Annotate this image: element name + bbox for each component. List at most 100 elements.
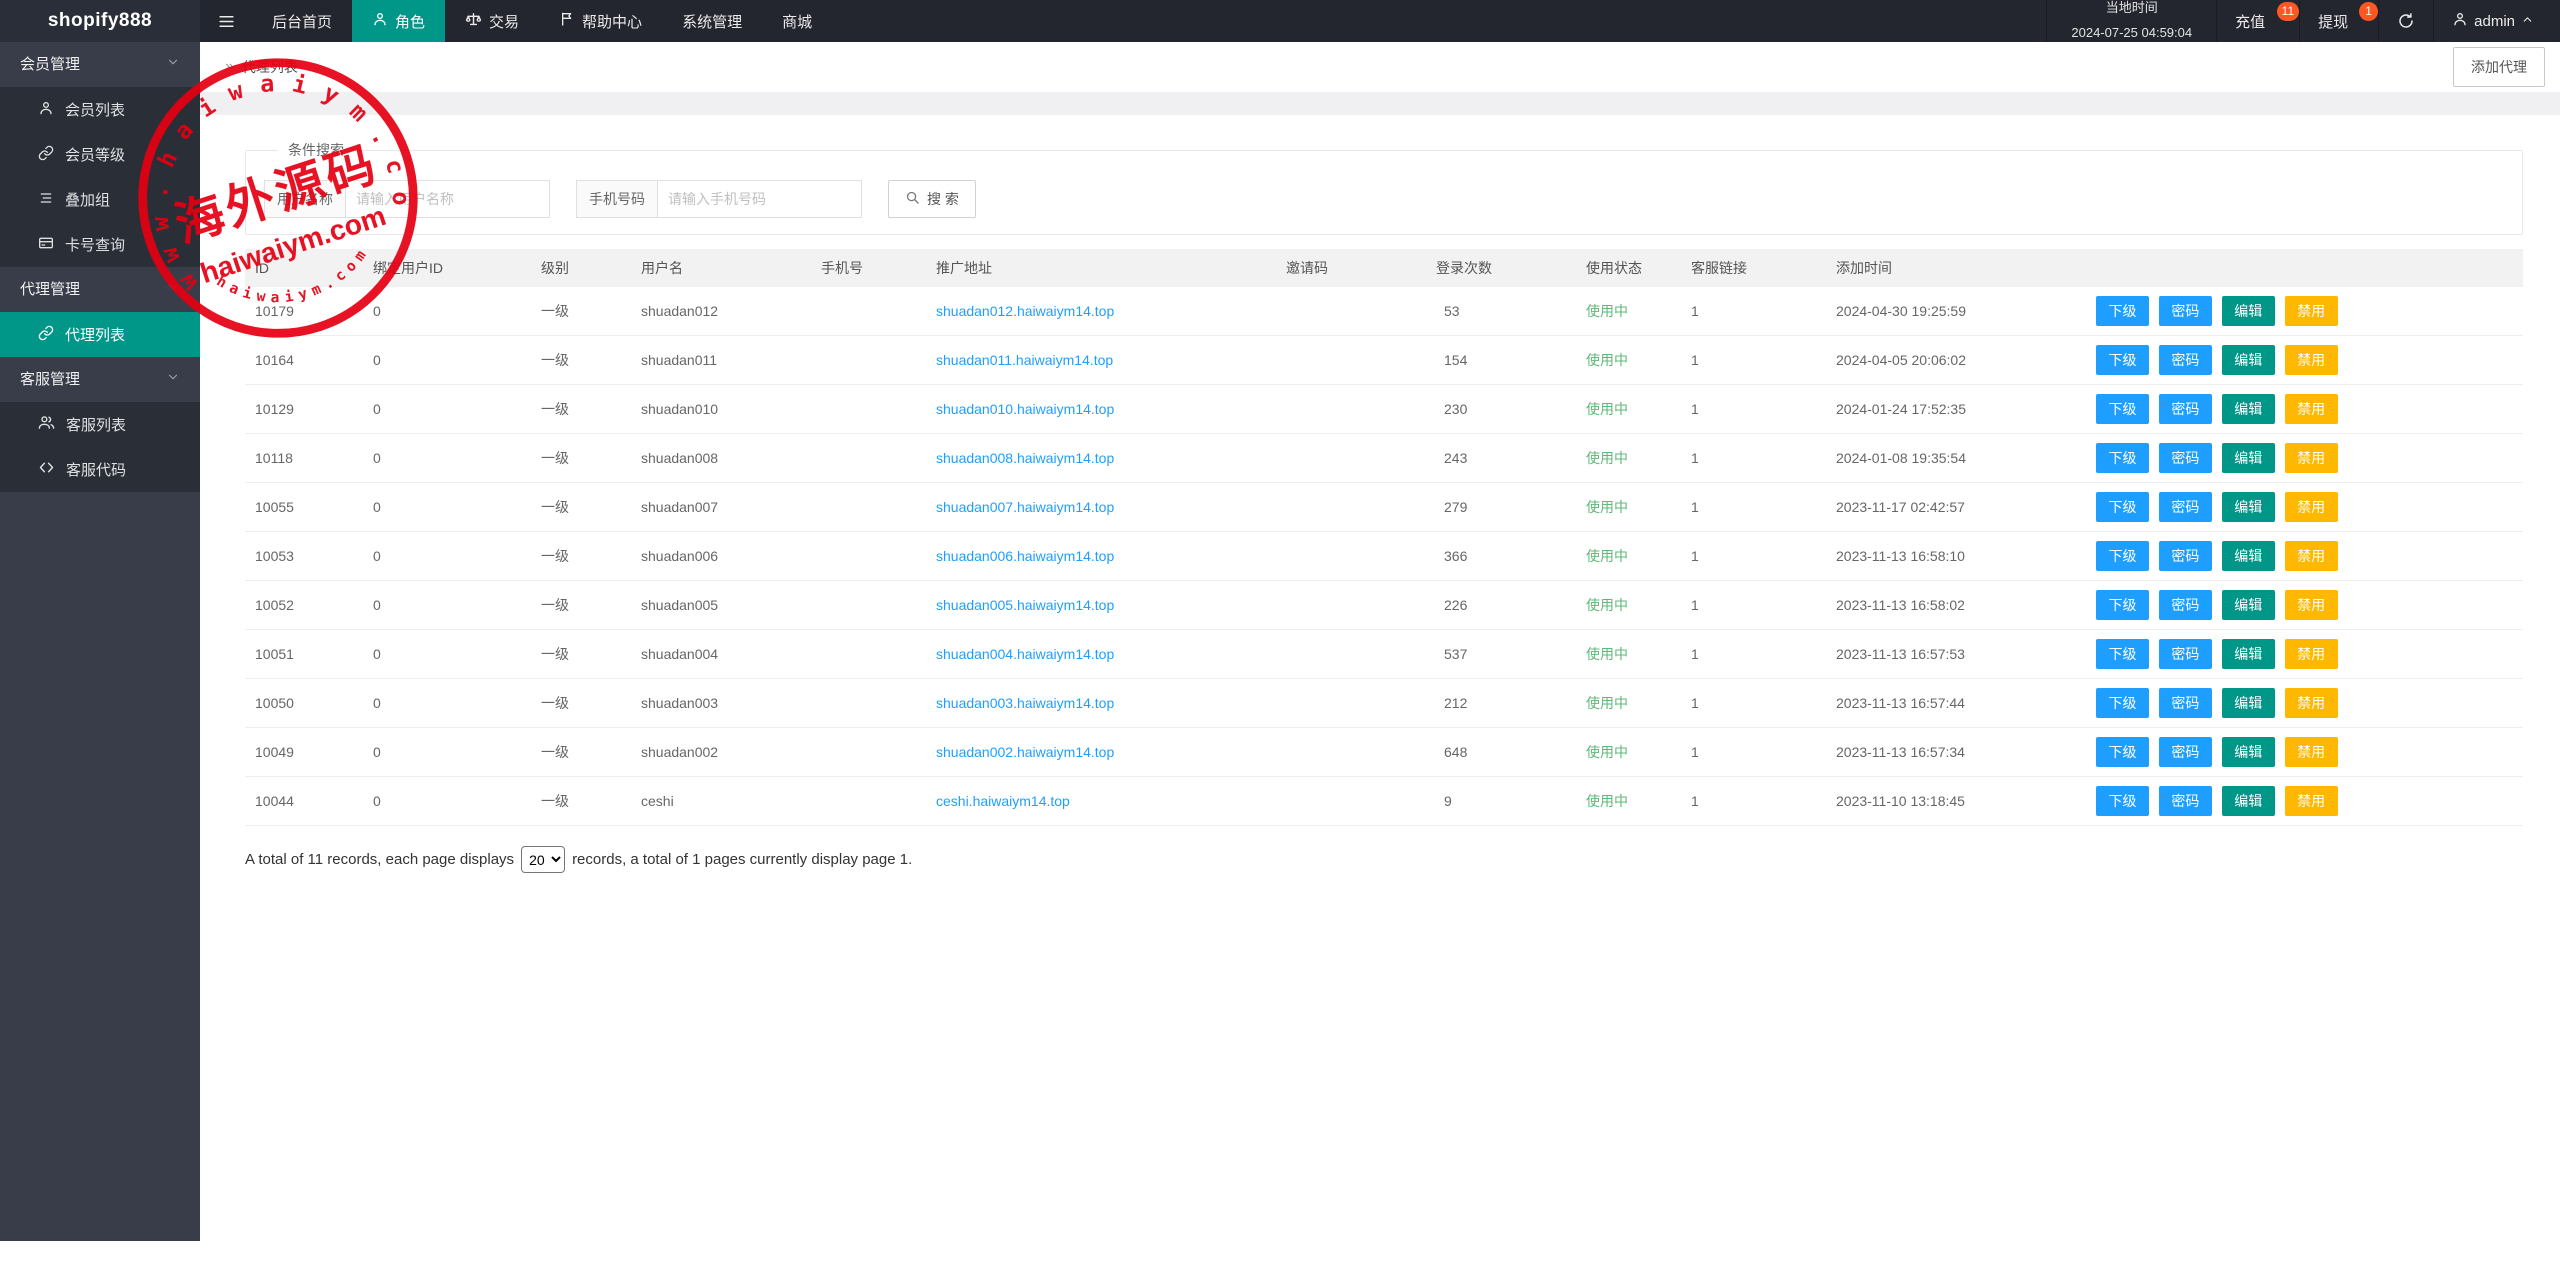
subordinate-button[interactable]: 下级: [2096, 345, 2149, 375]
edit-button[interactable]: 编辑: [2222, 688, 2275, 718]
app-logo[interactable]: shopify888: [0, 0, 200, 42]
promo-link[interactable]: shuadan011.haiwaiym14.top: [936, 352, 1113, 368]
cell-service-link: 1: [1681, 679, 1826, 728]
phone-input[interactable]: [657, 180, 862, 218]
subordinate-button[interactable]: 下级: [2096, 394, 2149, 424]
sidebar-item-service-code[interactable]: 客服代码: [0, 447, 200, 492]
cell-service-link: 1: [1681, 385, 1826, 434]
subordinate-button[interactable]: 下级: [2096, 296, 2149, 326]
cell-invite-code: [1276, 581, 1426, 630]
edit-button[interactable]: 编辑: [2222, 394, 2275, 424]
cell-actions: 下级 密码 编辑 禁用: [2096, 581, 2523, 630]
disable-button[interactable]: 禁用: [2285, 345, 2338, 375]
sidebar-item-stack-group[interactable]: 叠加组: [0, 177, 200, 222]
promo-link[interactable]: shuadan005.haiwaiym14.top: [936, 597, 1114, 613]
sidebar-group-member[interactable]: 会员管理: [0, 42, 200, 87]
nav-item-trade[interactable]: 交易: [445, 0, 539, 42]
edit-button[interactable]: 编辑: [2222, 492, 2275, 522]
password-button[interactable]: 密码: [2159, 443, 2212, 473]
recharge-button[interactable]: 充值 11: [2216, 0, 2299, 42]
password-button[interactable]: 密码: [2159, 590, 2212, 620]
password-button[interactable]: 密码: [2159, 345, 2212, 375]
sidebar-item-agent-list[interactable]: 代理列表: [0, 312, 200, 357]
subordinate-button[interactable]: 下级: [2096, 443, 2149, 473]
password-button[interactable]: 密码: [2159, 786, 2212, 816]
disable-button[interactable]: 禁用: [2285, 296, 2338, 326]
subordinate-button[interactable]: 下级: [2096, 737, 2149, 767]
sidebar-item-card-query[interactable]: 卡号查询: [0, 222, 200, 267]
promo-link[interactable]: shuadan002.haiwaiym14.top: [936, 744, 1114, 760]
promo-link[interactable]: shuadan003.haiwaiym14.top: [936, 695, 1114, 711]
promo-link[interactable]: shuadan006.haiwaiym14.top: [936, 548, 1114, 564]
subordinate-button[interactable]: 下级: [2096, 639, 2149, 669]
password-button[interactable]: 密码: [2159, 394, 2212, 424]
promo-link[interactable]: shuadan012.haiwaiym14.top: [936, 303, 1114, 319]
promo-link[interactable]: shuadan010.haiwaiym14.top: [936, 401, 1114, 417]
disable-button[interactable]: 禁用: [2285, 541, 2338, 571]
cell-invite-code: [1276, 483, 1426, 532]
disable-button[interactable]: 禁用: [2285, 394, 2338, 424]
sidebar-item-member-list[interactable]: 会员列表: [0, 87, 200, 132]
nav-item-home[interactable]: 后台首页: [252, 0, 352, 42]
disable-button[interactable]: 禁用: [2285, 737, 2338, 767]
edit-button[interactable]: 编辑: [2222, 345, 2275, 375]
add-agent-button[interactable]: 添加代理: [2453, 47, 2545, 87]
disable-button[interactable]: 禁用: [2285, 492, 2338, 522]
nav-item-mall[interactable]: 商城: [762, 0, 832, 42]
page-size-select[interactable]: 20: [521, 846, 565, 873]
cell-promo-url: shuadan010.haiwaiym14.top: [926, 385, 1276, 434]
password-button[interactable]: 密码: [2159, 688, 2212, 718]
password-button[interactable]: 密码: [2159, 737, 2212, 767]
refresh-icon[interactable]: [2378, 0, 2433, 42]
chevron-down-icon: [166, 267, 180, 312]
disable-button[interactable]: 禁用: [2285, 590, 2338, 620]
edit-button[interactable]: 编辑: [2222, 737, 2275, 767]
password-button[interactable]: 密码: [2159, 296, 2212, 326]
hamburger-icon[interactable]: [200, 0, 252, 42]
admin-menu[interactable]: admin: [2433, 0, 2560, 42]
promo-link[interactable]: shuadan004.haiwaiym14.top: [936, 646, 1114, 662]
username-label: 用户名称: [264, 180, 345, 218]
subordinate-button[interactable]: 下级: [2096, 786, 2149, 816]
cell-created-at: 2023-11-13 16:57:34: [1826, 728, 2096, 777]
edit-button[interactable]: 编辑: [2222, 443, 2275, 473]
cell-phone: [811, 581, 926, 630]
nav-item-system[interactable]: 系统管理: [662, 0, 762, 42]
table-row: 10118 0 一级 shuadan008 shuadan008.haiwaiy…: [245, 434, 2523, 483]
edit-button[interactable]: 编辑: [2222, 296, 2275, 326]
nav-item-role[interactable]: 角色: [352, 0, 445, 42]
nav-label: 角色: [395, 11, 425, 32]
withdraw-button[interactable]: 提现 1: [2299, 0, 2378, 42]
disable-button[interactable]: 禁用: [2285, 639, 2338, 669]
subordinate-button[interactable]: 下级: [2096, 541, 2149, 571]
promo-link[interactable]: shuadan008.haiwaiym14.top: [936, 450, 1114, 466]
cell-phone: [811, 434, 926, 483]
search-button[interactable]: 搜 索: [888, 180, 976, 218]
cell-created-at: 2023-11-13 16:57:44: [1826, 679, 2096, 728]
cell-actions: 下级 密码 编辑 禁用: [2096, 336, 2523, 385]
password-button[interactable]: 密码: [2159, 492, 2212, 522]
username-input[interactable]: [345, 180, 550, 218]
promo-link[interactable]: shuadan007.haiwaiym14.top: [936, 499, 1114, 515]
edit-button[interactable]: 编辑: [2222, 541, 2275, 571]
subordinate-button[interactable]: 下级: [2096, 688, 2149, 718]
sidebar-group-service[interactable]: 客服管理: [0, 357, 200, 402]
password-button[interactable]: 密码: [2159, 541, 2212, 571]
subordinate-button[interactable]: 下级: [2096, 492, 2149, 522]
sidebar-item-service-list[interactable]: 客服列表: [0, 402, 200, 447]
sidebar-group-agent[interactable]: 代理管理: [0, 267, 200, 312]
sidebar-item-label: 叠加组: [65, 189, 110, 210]
disable-button[interactable]: 禁用: [2285, 443, 2338, 473]
subordinate-button[interactable]: 下级: [2096, 590, 2149, 620]
promo-link[interactable]: ceshi.haiwaiym14.top: [936, 793, 1070, 809]
nav-item-help[interactable]: 帮助中心: [539, 0, 662, 42]
sidebar-item-member-level[interactable]: 会员等级: [0, 132, 200, 177]
disable-button[interactable]: 禁用: [2285, 786, 2338, 816]
table-row: 10050 0 一级 shuadan003 shuadan003.haiwaiy…: [245, 679, 2523, 728]
edit-button[interactable]: 编辑: [2222, 639, 2275, 669]
edit-button[interactable]: 编辑: [2222, 786, 2275, 816]
password-button[interactable]: 密码: [2159, 639, 2212, 669]
disable-button[interactable]: 禁用: [2285, 688, 2338, 718]
cell-promo-url: shuadan012.haiwaiym14.top: [926, 287, 1276, 336]
edit-button[interactable]: 编辑: [2222, 590, 2275, 620]
